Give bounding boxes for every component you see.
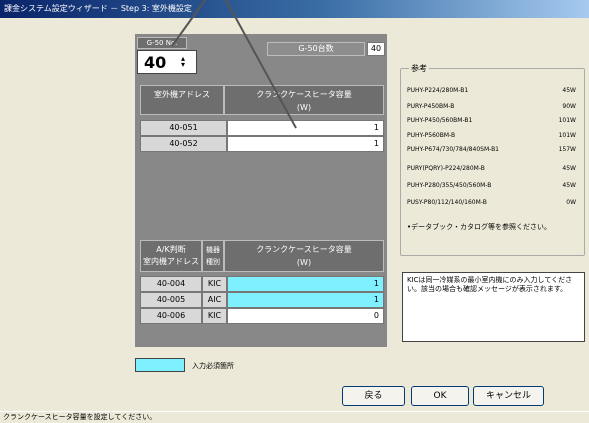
g50-count-label: G-50台数: [267, 42, 365, 56]
reference-watt: 45W: [562, 165, 576, 172]
spin-arrows-icon[interactable]: ▴ ▾: [178, 55, 188, 70]
device-type-cell: KIC: [202, 276, 227, 292]
reference-model: PUSY-P80/112/140/160M-B: [407, 199, 487, 206]
reference-model: PUHY-P224/280M-B1: [407, 87, 469, 94]
indoor-address-cell: 40-006: [140, 308, 202, 324]
window-title: 課金システム設定ウィザード － Step 3: 室外機設定: [0, 0, 589, 18]
reference-watt: 45W: [562, 182, 576, 189]
reference-groupbox: 参考 PUHY-P224/280M-B1 45W PURY-P450BM-B 9…: [400, 63, 585, 256]
indoor-address-cell: 40-005: [140, 292, 202, 308]
g50-no-label: G-50 No.: [137, 37, 187, 49]
device-type-header: 機器 種別: [202, 240, 224, 272]
reference-title: 参考: [409, 63, 429, 74]
required-legend-swatch: [135, 358, 185, 372]
reference-model: PUHY-P450/560BM-B1: [407, 117, 473, 124]
g50-no-value: 40: [144, 53, 167, 72]
kic-note-box: KICは同一冷媒系の最小室内機にのみ入力してください。該当の場合も確認メッセージ…: [402, 272, 585, 342]
cancel-button[interactable]: キャンセル: [473, 386, 544, 406]
crankcase-input[interactable]: 1: [227, 120, 384, 136]
reference-watt: 45W: [562, 87, 576, 94]
ok-button[interactable]: OK: [411, 386, 469, 406]
back-button[interactable]: 戻る: [342, 386, 405, 406]
g50-count-value: 40: [367, 42, 385, 56]
outdoor-address-cell: 40-051: [140, 120, 227, 136]
outdoor-address-cell: 40-052: [140, 136, 227, 152]
indoor-address-header: A/K判断 室内機アドレス: [140, 240, 202, 272]
reference-model: PUHY-P674/730/784/840SM-B1: [407, 146, 500, 153]
reference-watt: 101W: [558, 117, 576, 124]
reference-watt: 0W: [566, 199, 576, 206]
required-legend-label: 入力必須箇所: [192, 362, 234, 370]
reference-model: PURY(PQRY)-P224/280M-B: [407, 165, 485, 172]
reference-model: PURY-P450BM-B: [407, 103, 455, 110]
crankcase-heater-header: クランクケースヒータ容量 (W): [224, 85, 384, 115]
outdoor-address-header: 室外機アドレス: [140, 85, 224, 115]
reference-watt: 90W: [562, 103, 576, 110]
reference-model: PUHY-P560BM-B: [407, 132, 456, 139]
crankcase-heater-header: クランクケースヒータ容量 (W): [224, 240, 384, 272]
device-type-cell: AIC: [202, 292, 227, 308]
device-type-cell: KIC: [202, 308, 227, 324]
reference-footnote: •データブック・カタログ等を参照ください。: [407, 223, 551, 231]
crankcase-input[interactable]: 1: [227, 136, 384, 152]
crankcase-input[interactable]: 0: [227, 308, 384, 324]
crankcase-input-required[interactable]: 1: [227, 276, 384, 292]
indoor-address-cell: 40-004: [140, 276, 202, 292]
kic-note-text: KICは同一冷媒系の最小室内機にのみ入力してください。該当の場合も確認メッセージ…: [407, 276, 573, 293]
crankcase-input-required[interactable]: 1: [227, 292, 384, 308]
g50-no-spinbox[interactable]: 40 ▴ ▾: [137, 50, 197, 74]
reference-model: PUHY-P280/355/450/560M-B: [407, 182, 492, 189]
wizard-client-area: G-50 No. 40 ▴ ▾ G-50台数 40 室外機アドレス クランクケース…: [2, 18, 587, 411]
reference-watt: 101W: [558, 132, 576, 139]
reference-watt: 157W: [558, 146, 576, 153]
status-bar: クランクケースヒータ容量を設定してください。: [0, 411, 589, 423]
